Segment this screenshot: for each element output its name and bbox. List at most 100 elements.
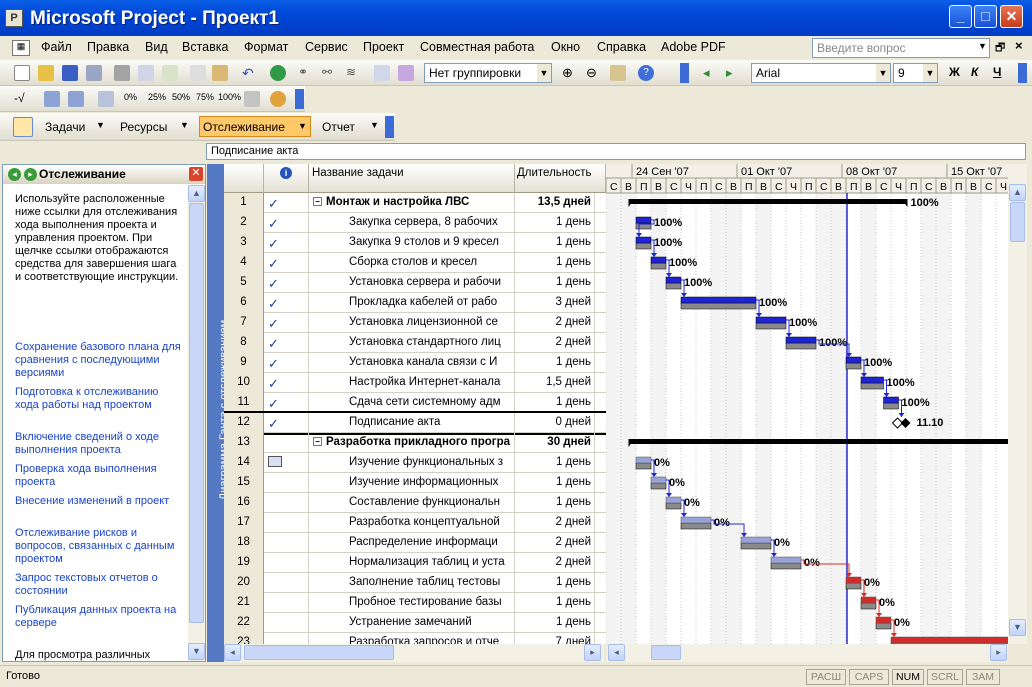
- scroll-up-icon[interactable]: ▲: [1009, 184, 1026, 201]
- task-row-id[interactable]: 17: [224, 513, 264, 533]
- zoom-out-icon[interactable]: ⊖: [586, 65, 602, 81]
- task-row-id[interactable]: 15: [224, 473, 264, 493]
- task-duration[interactable]: 1 день: [515, 453, 595, 473]
- task-row-id[interactable]: 4: [224, 253, 264, 273]
- task-duration[interactable]: 2 дней: [515, 513, 595, 533]
- side-pane-close-icon[interactable]: ✕: [189, 167, 203, 181]
- guide-tasks-button[interactable]: Задачи: [45, 120, 85, 134]
- link-include-progress[interactable]: Включение сведений о ходе выполнения про…: [15, 431, 185, 457]
- forward-icon[interactable]: ▸: [24, 168, 37, 181]
- unlink-tasks-icon[interactable]: ⚯: [322, 65, 338, 81]
- menu-file[interactable]: Файл: [41, 40, 72, 54]
- goto-task-icon[interactable]: [610, 65, 626, 81]
- new-icon[interactable]: [14, 65, 30, 81]
- link-track-risks[interactable]: Отслеживание рисков и вопросов, связанны…: [15, 527, 185, 566]
- task-name-cell[interactable]: Распределение информаци: [309, 533, 515, 553]
- task-row-id[interactable]: 16: [224, 493, 264, 513]
- back-icon[interactable]: ◂: [8, 168, 21, 181]
- task-duration[interactable]: 2 дней: [515, 553, 595, 573]
- task-row-id[interactable]: 9: [224, 353, 264, 373]
- collapse-icon[interactable]: −: [313, 197, 322, 206]
- task-row[interactable]: 22 Устранение замечаний 1 день: [224, 613, 606, 633]
- view-bar-label[interactable]: Диаграмма Ганта с отслеживанием: [207, 164, 230, 662]
- task-name-cell[interactable]: Установка канала связи с И: [309, 353, 515, 373]
- task-duration[interactable]: 1 день: [515, 233, 595, 253]
- print-icon[interactable]: [114, 65, 130, 81]
- task-row-id[interactable]: 13: [224, 433, 264, 453]
- task-row[interactable]: 9 ✓ Установка канала связи с И 1 день: [224, 353, 606, 373]
- task-row[interactable]: 14 Изучение функциональных з 1 день: [224, 453, 606, 473]
- task-name-cell[interactable]: Закупка 9 столов и 9 кресел: [309, 233, 515, 253]
- save-icon[interactable]: [62, 65, 78, 81]
- task-row[interactable]: 23 Разработка запросов и отче 7 дней: [224, 633, 606, 644]
- task-row-id[interactable]: 21: [224, 593, 264, 613]
- print-preview-icon[interactable]: [138, 65, 154, 81]
- task-row[interactable]: 17 Разработка концептуальной 2 дней: [224, 513, 606, 533]
- task-duration[interactable]: 1 день: [515, 573, 595, 593]
- hyperlink-icon[interactable]: [270, 65, 286, 81]
- task-information-icon[interactable]: [374, 65, 390, 81]
- toolbar-options-icon[interactable]: [680, 63, 689, 83]
- side-scroll-up-icon[interactable]: ▲: [188, 185, 205, 202]
- task-row-id[interactable]: 2: [224, 213, 264, 233]
- menu-help[interactable]: Справка: [597, 40, 646, 54]
- task-duration[interactable]: 13,5 дней: [515, 193, 595, 213]
- update-tasks-icon[interactable]: [244, 91, 260, 107]
- chart-scroll-right-icon[interactable]: ▸: [990, 644, 1007, 661]
- task-duration[interactable]: 1 день: [515, 253, 595, 273]
- zoom-in-icon[interactable]: ⊕: [562, 65, 578, 81]
- task-duration[interactable]: 3 дней: [515, 293, 595, 313]
- indicators-header[interactable]: i: [264, 164, 309, 193]
- task-name-cell[interactable]: Разработка запросов и отче: [309, 633, 515, 644]
- split-task-icon[interactable]: ≋: [346, 65, 362, 81]
- guide-resources-dropdown-icon[interactable]: ▼: [180, 120, 189, 130]
- link-check-progress[interactable]: Проверка хода выполнения проекта: [15, 463, 185, 489]
- link-save-baseline[interactable]: Сохранение базового плана для сравнения …: [15, 341, 185, 380]
- update-as-scheduled-icon[interactable]: [44, 91, 60, 107]
- task-name-cell[interactable]: Заполнение таблиц тестовы: [309, 573, 515, 593]
- task-name-cell[interactable]: Установка стандартного лиц: [309, 333, 515, 353]
- task-row-id[interactable]: 20: [224, 573, 264, 593]
- task-name-cell[interactable]: Прокладка кабелей от рабо: [309, 293, 515, 313]
- task-name-cell[interactable]: Установка сервера и рабочи: [309, 273, 515, 293]
- arrow-right-icon[interactable]: ▸: [726, 65, 742, 81]
- task-duration[interactable]: 7 дней: [515, 633, 595, 644]
- menu-view[interactable]: Вид: [145, 40, 168, 54]
- task-row-id[interactable]: 14: [224, 453, 264, 473]
- bold-button[interactable]: Ж: [949, 65, 960, 79]
- task-row[interactable]: 4 ✓ Сборка столов и кресел 1 день: [224, 253, 606, 273]
- menu-tools[interactable]: Сервис: [305, 40, 348, 54]
- pct-0-button[interactable]: 0%: [124, 92, 137, 102]
- minimize-button[interactable]: _: [949, 5, 972, 28]
- grouping-select[interactable]: Нет группировки ▼: [424, 63, 552, 83]
- arrow-left-icon[interactable]: ◂: [703, 65, 719, 81]
- task-row-id[interactable]: 8: [224, 333, 264, 353]
- task-name-cell[interactable]: − Монтаж и настройка ЛВС: [309, 193, 515, 213]
- chart-horizontal-scrollbar[interactable]: ◂ ▸: [606, 644, 1008, 662]
- task-duration[interactable]: 0 дней: [515, 413, 595, 433]
- task-duration[interactable]: 2 дней: [515, 533, 595, 553]
- tracking-toolbar-options-icon[interactable]: [295, 89, 304, 109]
- menu-adobe-pdf[interactable]: Adobe PDF: [661, 40, 726, 54]
- task-row[interactable]: 8 ✓ Установка стандартного лиц 2 дней: [224, 333, 606, 353]
- task-duration[interactable]: 1 день: [515, 273, 595, 293]
- task-name-cell[interactable]: Разработка концептуальной: [309, 513, 515, 533]
- format-toolbar-options-icon[interactable]: [1018, 63, 1027, 83]
- link-prepare-tracking[interactable]: Подготовка к отслеживанию хода работы на…: [15, 386, 185, 412]
- task-row[interactable]: 13− Разработка прикладного програ 30 дней: [224, 433, 606, 453]
- menu-edit[interactable]: Правка: [87, 40, 129, 54]
- task-row-id[interactable]: 22: [224, 613, 264, 633]
- collapse-icon[interactable]: −: [313, 437, 322, 446]
- underline-button[interactable]: Ч: [993, 65, 1001, 79]
- link-publish-server[interactable]: Публикация данных проекта на сервере: [15, 604, 185, 630]
- help-icon[interactable]: ?: [638, 65, 654, 81]
- task-duration[interactable]: 2 дней: [515, 313, 595, 333]
- italic-button[interactable]: К: [971, 65, 978, 79]
- close-button[interactable]: ✕: [1000, 5, 1023, 28]
- menu-collaborate[interactable]: Совместная работа: [420, 40, 534, 54]
- duration-header[interactable]: Длительность: [515, 164, 606, 193]
- menu-insert[interactable]: Вставка: [182, 40, 228, 54]
- task-row-id[interactable]: 12: [224, 413, 264, 433]
- task-row-id[interactable]: 6: [224, 293, 264, 313]
- entry-field[interactable]: Подписание акта: [206, 143, 1026, 160]
